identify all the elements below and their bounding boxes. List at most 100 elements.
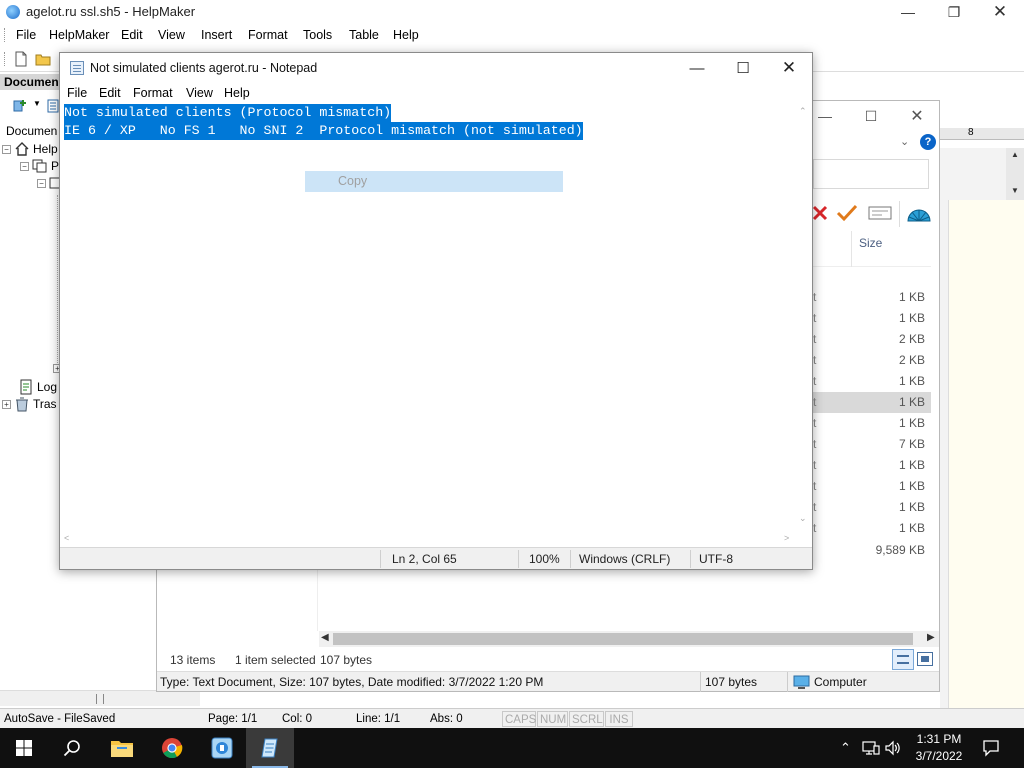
explorer-maximize-button[interactable]: ☐ — [848, 105, 894, 127]
tree-connector — [57, 195, 58, 365]
notepad-vscrollbar[interactable]: ⌃ ⌄ — [796, 103, 812, 531]
list-item[interactable]: t 1 KB — [813, 476, 931, 497]
explorer-search-input[interactable] — [813, 159, 929, 189]
taskbar-clock[interactable]: 1:31 PM 3/7/2022 — [904, 731, 974, 765]
editor-page[interactable] — [948, 200, 1024, 708]
status-line-endings: Windows (CRLF) — [579, 552, 671, 566]
menu-help[interactable]: Help — [393, 28, 419, 42]
notepad-close-button[interactable]: ✕ — [766, 53, 812, 83]
scroll-left-icon[interactable]: < — [64, 533, 69, 543]
search-button[interactable] — [48, 728, 96, 768]
minimize-button[interactable]: — — [885, 0, 931, 24]
scroll-right-icon[interactable]: ▶ — [927, 632, 935, 643]
menu-format[interactable]: Format — [248, 28, 288, 42]
close-button[interactable]: ✕ — [977, 0, 1023, 24]
tree-node-log[interactable]: Log — [18, 379, 57, 395]
checkmark-icon[interactable] — [836, 204, 858, 222]
ribbon-separator — [899, 201, 900, 227]
collapse-icon[interactable]: − — [2, 144, 11, 154]
notepad-menu-format[interactable]: Format — [133, 86, 173, 100]
notepad-menu-file[interactable]: File — [67, 86, 87, 100]
tree-node-pages[interactable]: − P — [20, 159, 59, 173]
column-size-header[interactable]: Size — [859, 236, 882, 250]
scroll-down-icon[interactable]: ▼ — [1011, 186, 1019, 195]
explorer-close-button[interactable]: ✕ — [894, 105, 940, 127]
list-item[interactable]: t 1 KB — [813, 455, 931, 476]
scroll-down-icon[interactable]: ⌄ — [799, 513, 807, 524]
taskbar-chrome[interactable] — [148, 728, 196, 768]
notepad-hscrollbar[interactable]: < > — [60, 531, 796, 547]
scroll-right-icon[interactable]: > — [784, 533, 789, 543]
text-line-selected[interactable]: IE 6 / XP No FS 1 No SNI 2 Protocol mism… — [64, 122, 583, 140]
menu-table[interactable]: Table — [349, 28, 379, 42]
large-icons-view-icon[interactable] — [917, 652, 933, 666]
list-item[interactable]: t 7 KB — [813, 434, 931, 455]
editor-vscrollbar[interactable]: ▲ ▼ — [1006, 148, 1024, 200]
add-topic-icon[interactable] — [12, 98, 28, 114]
tray-overflow-chevron-icon[interactable]: ⌃ — [840, 740, 851, 756]
notepad-maximize-button[interactable]: ☐ — [720, 53, 766, 83]
explorer-hscrollbar[interactable]: ◀ ▶ — [319, 631, 939, 647]
menu-file[interactable]: File — [16, 28, 36, 42]
notifications-icon[interactable] — [982, 739, 1000, 757]
scroll-thumb[interactable] — [333, 633, 913, 645]
dropdown-arrow-icon[interactable]: ▼ — [33, 99, 41, 108]
list-item[interactable]: t 2 KB — [813, 350, 931, 371]
collapse-icon[interactable]: − — [37, 178, 46, 188]
list-item[interactable]: t 1 KB — [813, 497, 931, 518]
menu-view[interactable]: View — [158, 28, 185, 42]
log-icon — [20, 379, 32, 395]
rename-icon[interactable] — [868, 205, 892, 221]
shell-icon[interactable] — [906, 201, 932, 225]
open-folder-icon[interactable] — [35, 51, 51, 67]
delete-icon[interactable] — [812, 204, 828, 222]
file-type-cell: t — [813, 311, 817, 325]
tree-node-help[interactable]: − Help — [2, 142, 58, 156]
editor-area[interactable] — [940, 148, 1024, 708]
scroll-up-icon[interactable]: ⌃ — [799, 106, 807, 117]
list-item[interactable]: t 1 KB — [813, 371, 931, 392]
menu-edit[interactable]: Edit — [121, 28, 143, 42]
taskbar-file-explorer[interactable] — [98, 728, 146, 768]
properties-icon[interactable] — [46, 98, 60, 114]
list-item[interactable]: t 1 KB — [813, 518, 931, 539]
documents-hscrollbar[interactable] — [0, 690, 200, 706]
expand-icon[interactable]: + — [2, 399, 11, 409]
notepad-minimize-button[interactable]: — — [674, 53, 720, 83]
notepad-menu-edit[interactable]: Edit — [99, 86, 121, 100]
taskbar-notepad[interactable] — [246, 728, 294, 768]
menu-tools[interactable]: Tools — [303, 28, 332, 42]
details-view-icon[interactable] — [892, 649, 914, 670]
menu-insert[interactable]: Insert — [201, 28, 232, 42]
notepad-titlebar[interactable]: Not simulated clients agerot.ru - Notepa… — [60, 53, 812, 83]
text-line-selected[interactable]: Not simulated clients (Protocol mismatch… — [64, 104, 392, 122]
notepad-menu-view[interactable]: View — [186, 86, 213, 100]
notepad-window[interactable]: Not simulated clients agerot.ru - Notepa… — [59, 52, 813, 570]
new-document-icon[interactable] — [13, 51, 29, 67]
file-type-cell: t — [813, 290, 817, 304]
list-item[interactable]: t 1 KB — [813, 392, 931, 413]
notepad-menu-help[interactable]: Help — [224, 86, 250, 100]
restore-button[interactable]: ❐ — [931, 0, 977, 24]
list-item[interactable]: t 1 KB — [813, 413, 931, 434]
column-separator — [851, 231, 852, 267]
scroll-left-icon[interactable]: ◀ — [321, 632, 329, 643]
network-icon[interactable] — [862, 740, 880, 756]
tree-node-trash[interactable]: + Tras — [2, 396, 57, 412]
notepad-text-area[interactable]: Not simulated clients (Protocol mismatch… — [60, 103, 796, 531]
start-button[interactable] — [0, 728, 48, 768]
taskbar-helpmaker[interactable] — [198, 728, 246, 768]
list-item[interactable]: t 2 KB — [813, 329, 931, 350]
scroll-thumb[interactable] — [96, 694, 104, 704]
help-icon[interactable]: ? — [920, 134, 936, 150]
list-item[interactable]: t 1 KB — [813, 287, 931, 308]
context-menu-copy[interactable]: Copy — [305, 171, 563, 192]
scroll-up-icon[interactable]: ▲ — [1011, 150, 1019, 159]
search-icon — [63, 740, 80, 757]
ribbon-expand-chevron-icon[interactable]: ⌄ — [900, 135, 909, 148]
collapse-icon[interactable]: − — [20, 161, 29, 171]
menu-helpmaker[interactable]: HelpMaker — [49, 28, 109, 42]
list-item[interactable]: t 1 KB — [813, 308, 931, 329]
volume-icon[interactable] — [884, 740, 902, 756]
status-abs: Abs: 0 — [430, 713, 463, 725]
